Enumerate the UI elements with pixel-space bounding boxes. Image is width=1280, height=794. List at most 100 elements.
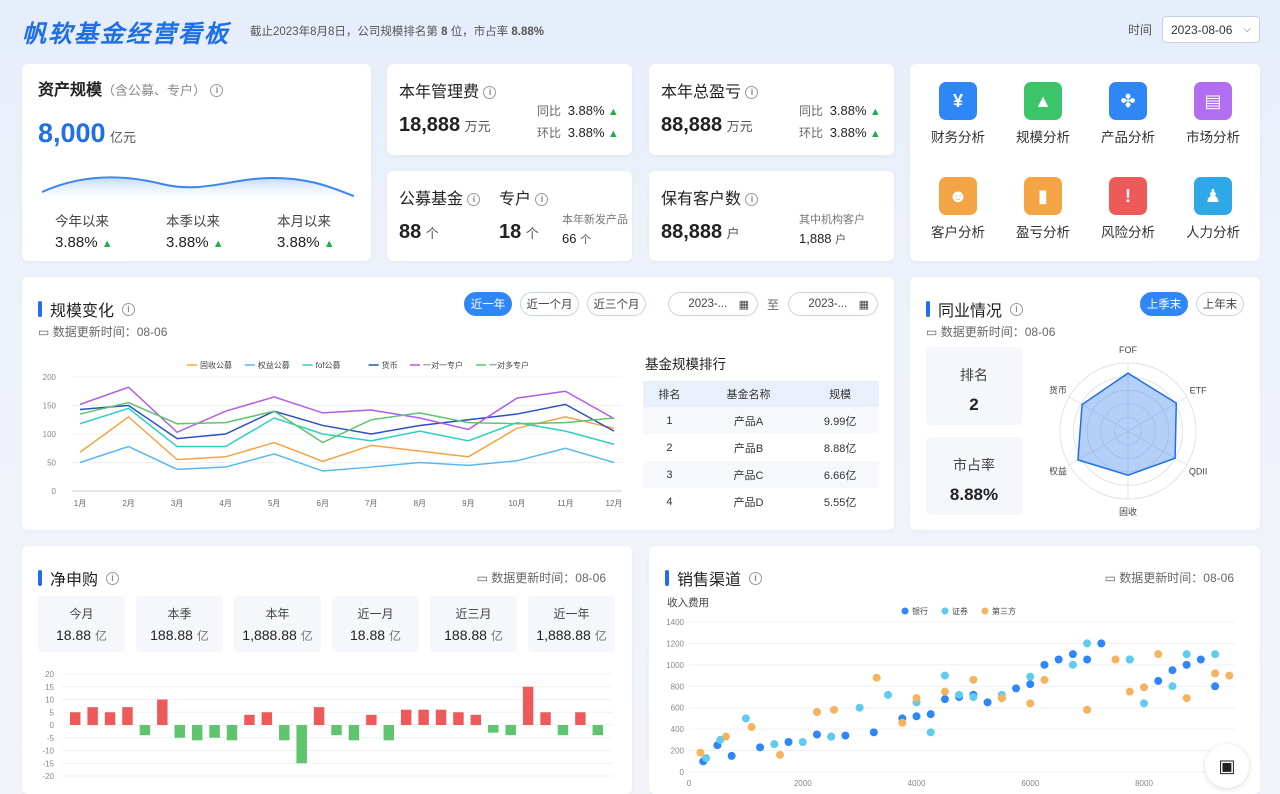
netbuy-period-3: 近一月 18.88 亿 [332,596,419,652]
scatter-point [1140,699,1148,708]
y-tick-label: 200 [43,373,57,382]
net-buy-bar [453,712,464,725]
qr-code-icon: ▣ [1218,755,1236,776]
y-tick-label: 0 [680,768,685,777]
scatter-point [798,738,807,746]
scatter-point [969,675,978,684]
scatter-point [1168,666,1177,675]
sales-title: 销售渠道 [677,572,742,589]
info-icon[interactable]: i [1010,302,1024,316]
x-tick-label: 8000 [1135,779,1153,788]
shortcut-hr[interactable]: ♟ 人力分析 [1173,177,1253,241]
info-icon[interactable]: i [745,86,759,100]
info-icon[interactable]: i [745,193,759,207]
tab-near-month[interactable]: 近一个月 [520,292,579,316]
arrow-up-icon: ▲ [869,128,881,140]
x-tick-label: 10月 [508,499,525,508]
y-tick-label: 100 [43,430,57,439]
info-icon[interactable]: i [535,193,549,207]
date-to-input[interactable]: 2023-... ▦ [788,292,878,316]
ranking-cell: 3 [643,461,696,488]
net-buy-bar [575,712,586,725]
y-tick-label: -10 [42,747,54,756]
scatter-point [1026,680,1035,689]
net-buy-bar [104,712,116,725]
net-buy-bar [261,712,273,725]
table-row[interactable]: 2 产品B 8.88亿 [643,434,879,461]
info-icon[interactable]: i [749,571,763,585]
institution-client-count: 1,888 [799,231,832,246]
ranking-cell: 产品C [695,461,802,488]
info-icon[interactable]: i [106,571,120,585]
net-buy-bar [418,709,429,725]
y-tick-label: -5 [47,734,55,743]
x-tick-label: 4月 [219,499,231,508]
shortcut-market[interactable]: ▤ 市场分析 [1173,82,1253,146]
table-row[interactable]: 4 产品D 5.55亿 [643,488,879,515]
x-tick-label: 6000 [1021,779,1039,788]
y-tick-label: 5 [50,708,55,717]
scatter-point [696,748,705,757]
tab-near-three-months[interactable]: 近三个月 [587,292,646,316]
product-icon: ✤ [1109,82,1147,120]
shortcut-candlestick[interactable]: ▮ 盈亏分析 [1003,177,1083,241]
scatter-point [855,703,864,712]
scatter-point [969,693,978,701]
mgmt-fee-card: 本年管理费 i 18,888 万元 同比 3.88% ▲ 环比 3.88% ▲ [387,64,632,155]
net-buy-bar [139,725,151,736]
net-buy-bar [157,699,168,725]
radar-axis-label: 权益 [1050,466,1067,477]
y-tick-label: 400 [671,725,685,734]
shortcut-scale-chart[interactable]: ▲ 规模分析 [1003,82,1083,146]
scatter-point [1068,650,1077,659]
dashboard-title: 帆软基金经营看板 [22,21,230,48]
asset-scale-card: 资产规模（含公募、专户） i 8,000 亿元 今年以来 3.88% ▲ 本季以来 3… [22,64,371,261]
shortcut-panel: ¥ 财务分析 ▲ 规模分析 ✤ 产品分析 ▤ 市场分析 ☻ 客户分析 ▮ 盈亏分析! 风险分析 ♟ 人力分析 [910,64,1260,261]
radar-axis-label: FOF [1119,345,1137,355]
calendar-icon: ▭ [476,571,488,585]
info-icon[interactable]: i [210,84,224,98]
calendar-icon: ▦ [738,298,749,311]
tab-last-quarter[interactable]: 上季末 [1140,292,1188,316]
arrow-up-icon: ▲ [607,106,619,118]
series-line [79,445,615,472]
net-buy-bar [400,709,412,725]
scatter-point [721,732,730,741]
scatter-point [770,740,779,749]
shortcut-client[interactable]: ☻ 客户分析 [918,177,998,241]
info-icon[interactable]: i [483,86,497,100]
y-tick-label: 50 [47,459,56,468]
scatter-point [1097,639,1106,648]
scale-chart-icon: ▲ [1024,82,1062,120]
scatter-point [1225,671,1234,680]
radar-axis-label: 固收 [1119,506,1137,517]
ranking-table: 排名 基金名称 规模 1 产品A 9.99亿 2 产品B 8.88亿 3 产品C 6.66亿 4 产品D 5… [643,381,879,515]
scale-change-card: 规模变化 i ▭ 数据更新时间：08-06 近一年 近一个月 近三个月 2023-… [22,277,894,530]
x-tick-label: 7月 [365,499,377,508]
y-tick-label: 0 [52,487,57,496]
tab-last-year[interactable]: 上年末 [1196,292,1244,316]
table-row[interactable]: 1 产品A 9.99亿 [643,407,879,434]
arrow-up-icon: ▲ [869,106,881,118]
asset-stat-2: 本月以来 3.88% ▲ [277,214,335,251]
calendar-icon: ▭ [38,325,50,339]
info-icon[interactable]: i [122,302,136,316]
arrow-up-icon: ▲ [101,238,113,250]
qr-code-button[interactable]: ▣ [1205,744,1249,788]
y-tick-label: 600 [671,704,685,713]
scatter-point [884,690,893,699]
date-from-input[interactable]: 2023-... ▦ [668,292,758,316]
ranking-header: 规模 [801,381,879,407]
scatter-point [1211,669,1220,678]
tab-near-year[interactable]: 近一年 [464,292,512,316]
net-buy-bar [383,725,394,741]
date-select[interactable]: 2023-08-06 ⌵ [1162,16,1260,43]
shortcut-product[interactable]: ✤ 产品分析 [1088,82,1168,146]
shortcut-risk[interactable]: ! 风险分析 [1088,177,1168,241]
legend-label: 固收公募 [200,360,232,370]
info-icon[interactable]: i [467,193,481,207]
shortcut-finance[interactable]: ¥ 财务分析 [918,82,998,146]
table-row[interactable]: 3 产品C 6.66亿 [643,461,879,488]
fund-count-card: 公募基金 i 专户 i 88 个 18 个 本年新发产品 66 个 [387,171,632,261]
ranking-cell: 4 [666,495,673,508]
